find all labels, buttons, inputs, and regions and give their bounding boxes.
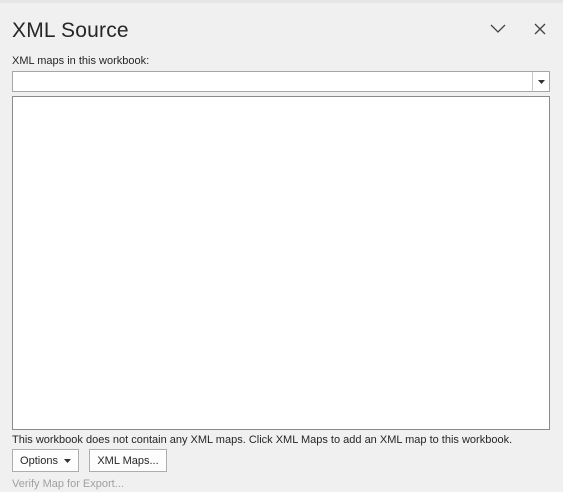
caret-down-icon	[63, 458, 71, 463]
xml-map-tree[interactable]	[12, 96, 550, 430]
xml-source-pane: XML Source XML maps in this workbook: Th…	[0, 0, 563, 492]
verify-map-for-export-link[interactable]: Verify Map for Export...	[12, 478, 124, 490]
pane-options-button[interactable]	[486, 17, 510, 41]
no-maps-message: This workbook does not contain any XML m…	[12, 434, 513, 446]
options-button-label: Options	[20, 454, 58, 467]
chevron-down-icon	[490, 24, 506, 33]
xml-maps-dropdown-toggle[interactable]	[532, 72, 549, 91]
xml-maps-label: XML maps in this workbook:	[12, 55, 150, 67]
pane-title: XML Source	[12, 19, 129, 42]
xml-maps-button[interactable]: XML Maps...	[89, 449, 167, 472]
close-icon	[534, 23, 546, 35]
xml-maps-button-label: XML Maps...	[97, 454, 159, 467]
caret-down-icon	[537, 79, 545, 84]
xml-maps-dropdown[interactable]	[12, 71, 550, 92]
options-button[interactable]: Options	[12, 449, 79, 472]
close-pane-button[interactable]	[528, 17, 552, 41]
